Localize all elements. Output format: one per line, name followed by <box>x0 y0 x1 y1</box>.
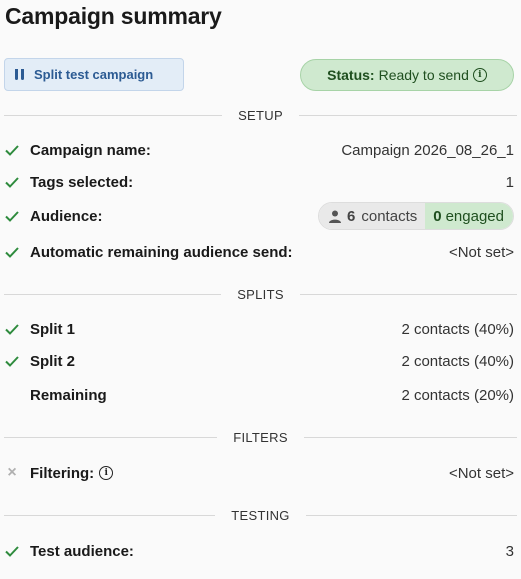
row-filtering: × Filtering: i <Not set> <box>4 462 514 484</box>
row-test-audience: Test audience: 3 <box>4 540 514 562</box>
row-remaining: Remaining 2 contacts (20%) <box>4 384 514 406</box>
check-icon <box>5 177 19 188</box>
remaining-label: Remaining <box>30 386 107 404</box>
row-audience: Audience: 6 contacts 0 engaged <box>4 202 514 230</box>
filtering-label: Filtering: <box>30 464 95 482</box>
contacts-label: contacts <box>361 207 418 225</box>
remaining-value: 2 contacts (20%) <box>401 386 514 404</box>
row-campaign-name: Campaign name: Campaign 2026_08_26_1 <box>4 139 514 161</box>
auto-remaining-value: <Not set> <box>448 243 514 261</box>
flask-icon <box>15 69 24 80</box>
status-badge: Status: Ready to send i <box>300 59 514 91</box>
contacts-count: 6 <box>347 207 356 225</box>
status-value: Ready to send <box>378 67 469 83</box>
section-filters: FILTERS <box>4 429 517 445</box>
status-label: Status: <box>327 67 375 83</box>
x-icon: × <box>7 464 17 481</box>
section-testing-label: TESTING <box>231 507 290 523</box>
tags-selected-value: 1 <box>505 173 514 191</box>
row-tags-selected: Tags selected: 1 <box>4 171 514 193</box>
section-splits-label: SPLITS <box>237 286 284 302</box>
split-2-label: Split 2 <box>30 352 76 370</box>
split-2-value: 2 contacts (40%) <box>401 352 514 370</box>
engaged-count: 0 <box>433 207 442 225</box>
filtering-value: <Not set> <box>448 464 514 482</box>
audience-label: Audience: <box>30 207 103 225</box>
section-setup: SETUP <box>4 107 517 123</box>
test-audience-label: Test audience: <box>30 542 134 560</box>
row-split-2: Split 2 2 contacts (40%) <box>4 350 514 372</box>
split-test-label: Split test campaign <box>34 67 154 82</box>
engaged-label: engaged <box>445 207 504 225</box>
section-setup-label: SETUP <box>238 107 283 123</box>
campaign-name-label: Campaign name: <box>30 141 151 159</box>
auto-remaining-label: Automatic remaining audience send: <box>30 243 293 261</box>
section-filters-label: FILTERS <box>233 429 288 445</box>
section-splits: SPLITS <box>4 286 517 302</box>
tags-selected-label: Tags selected: <box>30 173 134 191</box>
split-1-label: Split 1 <box>30 320 76 338</box>
check-icon <box>5 546 19 557</box>
test-audience-value: 3 <box>505 542 514 560</box>
audience-pill[interactable]: 6 contacts 0 engaged <box>318 202 514 230</box>
row-split-1: Split 1 2 contacts (40%) <box>4 318 514 340</box>
info-icon[interactable]: i <box>99 466 114 480</box>
split-1-value: 2 contacts (40%) <box>401 320 514 338</box>
check-icon <box>5 247 19 258</box>
info-icon[interactable]: i <box>472 68 487 82</box>
campaign-name-value: Campaign 2026_08_26_1 <box>341 141 514 159</box>
split-test-campaign-badge[interactable]: Split test campaign <box>4 58 184 91</box>
person-icon <box>329 210 342 223</box>
check-icon <box>5 145 19 156</box>
page-title: Campaign summary <box>5 3 222 29</box>
check-icon <box>5 211 19 222</box>
check-icon <box>5 324 19 335</box>
row-auto-remaining: Automatic remaining audience send: <Not … <box>4 241 514 263</box>
check-icon <box>5 356 19 367</box>
section-testing: TESTING <box>4 507 517 523</box>
audience-engaged: 0 engaged <box>425 203 513 229</box>
audience-contacts: 6 contacts <box>319 203 426 229</box>
